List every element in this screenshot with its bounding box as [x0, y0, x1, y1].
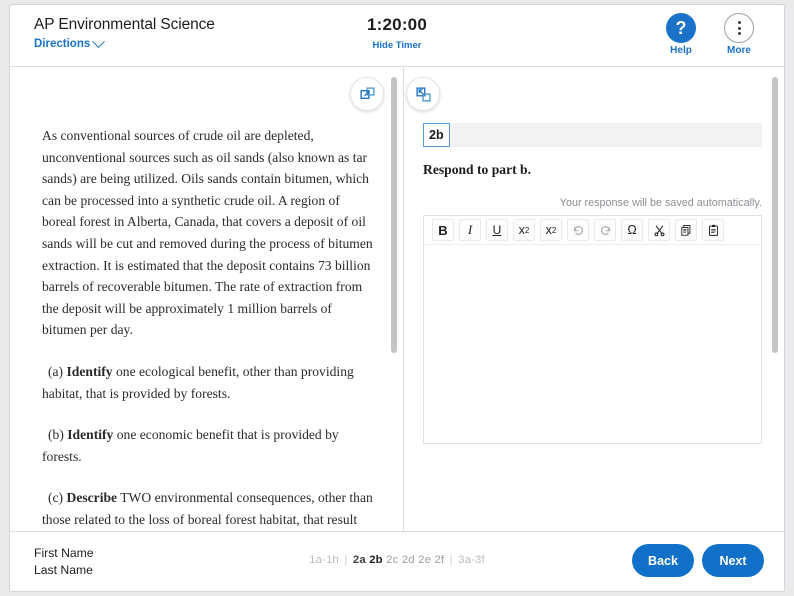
underline-button[interactable]: U: [486, 219, 508, 241]
header-left: AP Environmental Science Directions: [34, 15, 215, 52]
expand-panel-icon[interactable]: [350, 77, 384, 111]
italic-button[interactable]: I: [459, 219, 481, 241]
question-part-c: (c) Describe TWO environmental consequen…: [42, 487, 374, 531]
passage-paragraph: As conventional sources of crude oil are…: [42, 128, 373, 338]
question-mark-icon: ?: [666, 13, 696, 43]
exam-application: AP Environmental Science Directions 1:20…: [0, 0, 794, 596]
autosave-notice: Your response will be saved automaticall…: [559, 197, 762, 209]
response-content: 2b Respond to part b. Your response will…: [423, 123, 762, 444]
bold-button[interactable]: B: [432, 219, 454, 241]
next-button[interactable]: Next: [702, 544, 764, 577]
nav-item-2c[interactable]: 2c: [386, 554, 398, 566]
stimulus-scrollbar[interactable]: [391, 77, 397, 353]
question-part-a: (a) Identify one ecological benefit, oth…: [42, 361, 374, 404]
nav-group-3[interactable]: 3a-3f: [458, 554, 485, 566]
exam-body: As conventional sources of crude oil are…: [10, 67, 784, 531]
nav-item-2f[interactable]: 2f: [434, 554, 444, 566]
rich-text-editor: B I U x2 x2 Ω: [423, 215, 762, 444]
nav-item-2b[interactable]: 2b: [369, 554, 383, 566]
part-a-letter: (a): [48, 363, 64, 379]
paste-button[interactable]: [702, 219, 724, 241]
app-footer: First Name Last Name 1a-1h | 2a 2b 2c 2d…: [10, 531, 784, 591]
help-label: Help: [670, 45, 692, 56]
nav-separator-1: |: [344, 554, 348, 566]
more-label: More: [727, 45, 751, 56]
response-pane: 2b Respond to part b. Your response will…: [404, 67, 784, 531]
nav-item-2d[interactable]: 2d: [402, 554, 415, 566]
app-header: AP Environmental Science Directions 1:20…: [10, 5, 784, 67]
question-part-b: (b) Identify one economic benefit that i…: [42, 424, 374, 467]
undo-button[interactable]: [567, 219, 589, 241]
back-button[interactable]: Back: [632, 544, 694, 577]
directions-button[interactable]: Directions: [34, 34, 106, 50]
chevron-down-icon: [92, 34, 106, 48]
redo-button[interactable]: [594, 219, 616, 241]
part-b-verb: Identify: [67, 427, 114, 443]
response-scrollbar[interactable]: [772, 77, 778, 353]
special-character-button[interactable]: Ω: [621, 219, 643, 241]
footer-buttons: Back Next: [632, 544, 764, 577]
response-prompt: Respond to part b.: [423, 162, 532, 177]
exam-title: AP Environmental Science: [34, 16, 215, 33]
header-right: ? Help More: [658, 13, 762, 56]
nav-item-2e[interactable]: 2e: [418, 554, 431, 566]
passage-text: As conventional sources of crude oil are…: [42, 125, 374, 531]
help-button[interactable]: ? Help: [658, 13, 704, 56]
nav-group-1[interactable]: 1a-1h: [309, 554, 339, 566]
editor-toolbar: B I U x2 x2 Ω: [424, 216, 761, 244]
part-b-letter: (b): [48, 427, 64, 443]
hide-timer-button[interactable]: Hide Timer: [373, 40, 422, 51]
collapse-panel-icon[interactable]: [406, 77, 440, 111]
subscript-button[interactable]: x2: [540, 219, 562, 241]
nav-separator-2: |: [449, 554, 453, 566]
three-dots-vertical-icon: [724, 13, 754, 43]
part-c-letter: (c): [48, 490, 64, 506]
question-bar: 2b: [423, 123, 762, 147]
part-c-verb: Describe: [66, 490, 118, 506]
more-button[interactable]: More: [716, 13, 762, 56]
nav-item-2a[interactable]: 2a: [353, 554, 366, 566]
stimulus-pane: As conventional sources of crude oil are…: [10, 67, 403, 531]
directions-label: Directions: [34, 38, 91, 50]
cut-button[interactable]: [648, 219, 670, 241]
copy-button[interactable]: [675, 219, 697, 241]
response-textarea[interactable]: [424, 244, 761, 443]
superscript-button[interactable]: x2: [513, 219, 535, 241]
part-a-verb: Identify: [66, 363, 113, 379]
exam-window: AP Environmental Science Directions 1:20…: [9, 4, 785, 592]
question-badge[interactable]: 2b: [423, 123, 450, 147]
